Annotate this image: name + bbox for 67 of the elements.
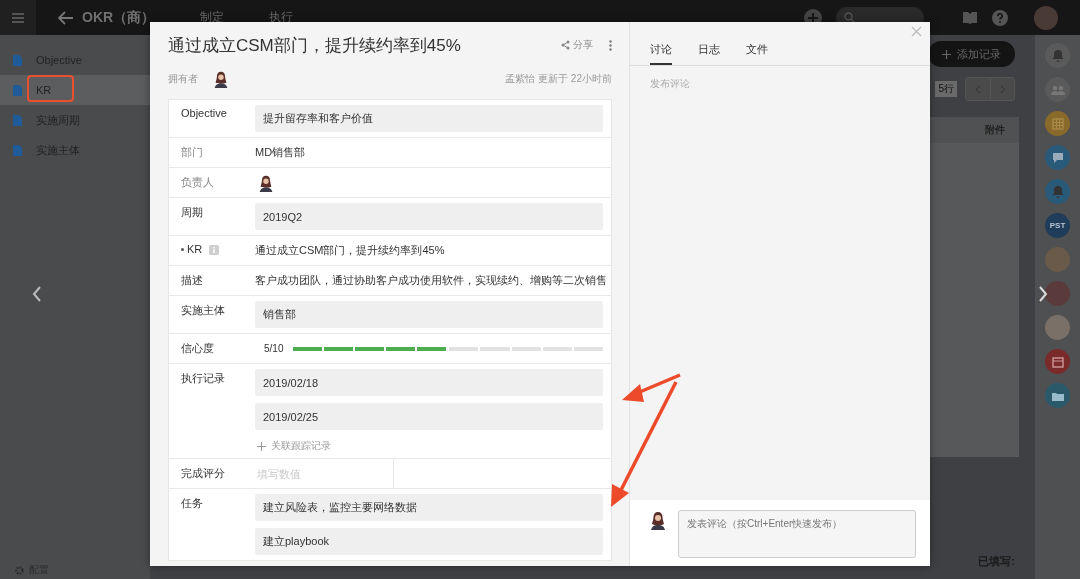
- info-icon[interactable]: [209, 245, 220, 255]
- share-icon: [561, 40, 570, 50]
- share-button[interactable]: 分享: [561, 38, 593, 52]
- panel-tab[interactable]: 讨论: [650, 36, 672, 65]
- calendar-icon[interactable]: [1045, 349, 1070, 374]
- field-value[interactable]: 2019Q2: [255, 203, 603, 230]
- menu-icon[interactable]: [0, 0, 36, 35]
- avatar[interactable]: [1045, 315, 1070, 340]
- field-label: 任务: [181, 496, 203, 511]
- field-text: MD销售部: [255, 145, 307, 160]
- help-icon[interactable]: [992, 9, 1008, 26]
- book-icon[interactable]: [962, 10, 978, 25]
- panel-tab[interactable]: 日志: [698, 36, 720, 65]
- back-icon[interactable]: [58, 10, 74, 25]
- record-entry[interactable]: 2019/02/25: [255, 403, 603, 430]
- app-title: OKR（商）: [82, 8, 156, 27]
- comment-field[interactable]: 发表评论（按Ctrl+Enter快速发布）: [678, 510, 916, 558]
- field-text: 通过成立CSM部门，提升续约率到45%: [255, 243, 446, 258]
- field-label: KR: [187, 243, 203, 255]
- owner-avatar: [257, 173, 275, 192]
- field-value[interactable]: 建立风险表，监控主要网络数据: [255, 494, 603, 521]
- people-icon[interactable]: [1045, 77, 1070, 102]
- field-label: Objective: [181, 107, 227, 119]
- commenter-avatar: [648, 510, 668, 530]
- plus-icon: [257, 441, 266, 451]
- prev-icon[interactable]: [32, 286, 42, 302]
- app-badge[interactable]: PST: [1045, 213, 1070, 238]
- field-label: 执行记录: [181, 371, 225, 386]
- field-label: 完成评分: [181, 466, 225, 481]
- record-title: 通过成立CSM部门，提升续约率到45%: [168, 34, 461, 57]
- plus-icon: [942, 49, 951, 59]
- panel-tab[interactable]: 文件: [746, 36, 768, 65]
- row-count: 5行: [935, 81, 957, 97]
- field-label: 部门: [181, 145, 203, 160]
- document-icon: [13, 84, 22, 96]
- next-page-button[interactable]: [990, 78, 1014, 100]
- highlight-frame: [27, 75, 74, 102]
- field-label: 周期: [181, 205, 203, 220]
- document-icon: [13, 114, 22, 126]
- field-text: 客户成功团队，通过协助客户成功使用软件，实现续约、增购等二次销售: [255, 273, 607, 288]
- field-label: 描述: [181, 273, 203, 288]
- folder-icon[interactable]: [1045, 383, 1070, 408]
- next-icon[interactable]: [1038, 286, 1048, 302]
- field-label: 负责人: [181, 175, 214, 190]
- updated-text: 孟紫怡 更新于 22小时前: [505, 72, 612, 86]
- field-value[interactable]: 建立playbook: [255, 528, 603, 555]
- bell-icon[interactable]: [1045, 179, 1070, 204]
- record-entry[interactable]: 2019/02/18: [255, 369, 603, 396]
- avatar[interactable]: [1045, 247, 1070, 272]
- close-icon[interactable]: [911, 26, 922, 37]
- owner-avatar: [212, 70, 230, 88]
- document-icon: [13, 54, 22, 66]
- field-value[interactable]: 提升留存率和客户价值: [255, 105, 603, 132]
- confidence-reading: 5/10: [264, 343, 284, 354]
- chat-icon[interactable]: [1045, 145, 1070, 170]
- user-avatar[interactable]: [1034, 5, 1058, 30]
- settings-icon[interactable]: [15, 565, 24, 575]
- owner-label: 拥有者: [168, 72, 198, 86]
- document-icon: [13, 144, 22, 156]
- empty-hint: 发布评论: [649, 77, 690, 91]
- more-icon[interactable]: [609, 39, 612, 51]
- bell-icon[interactable]: [1045, 43, 1070, 68]
- field-label: 实施主体: [181, 303, 225, 318]
- search-icon: [844, 12, 855, 23]
- field-label: 信心度: [181, 341, 214, 356]
- field-value[interactable]: 销售部: [255, 301, 603, 328]
- grid-icon[interactable]: [1045, 111, 1070, 136]
